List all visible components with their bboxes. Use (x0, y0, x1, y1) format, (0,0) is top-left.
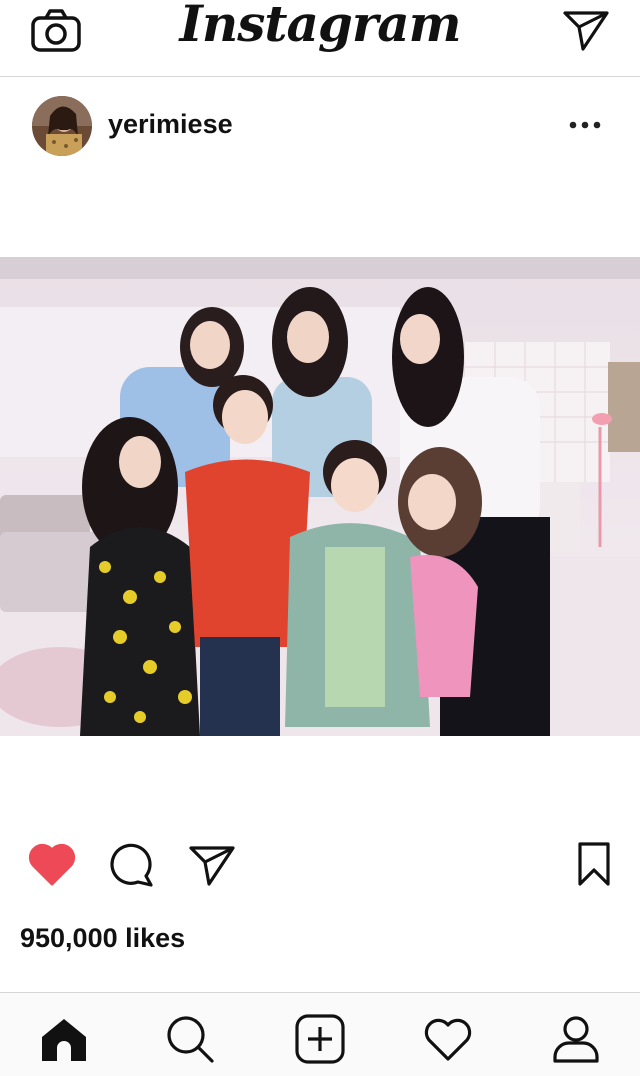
home-icon[interactable] (38, 1013, 90, 1065)
paper-plane-icon[interactable] (188, 838, 236, 890)
post-photo[interactable] (0, 257, 640, 736)
top-navigation-bar: Instagram (0, 0, 640, 77)
likes-count[interactable]: 950,000 likes (20, 923, 185, 954)
more-horizontal-icon[interactable] (566, 113, 604, 137)
add-post-icon[interactable] (294, 1013, 346, 1065)
avatar[interactable] (32, 96, 92, 156)
post-username[interactable]: yerimiese (108, 109, 233, 140)
activity-heart-icon[interactable] (422, 1013, 474, 1065)
search-icon[interactable] (164, 1013, 216, 1065)
heart-filled-icon[interactable] (26, 838, 78, 890)
post-header: yerimiese (0, 77, 640, 177)
profile-icon[interactable] (550, 1013, 602, 1065)
bookmark-icon[interactable] (574, 838, 614, 890)
comment-icon[interactable] (108, 838, 156, 890)
instagram-logo: Instagram (179, 0, 462, 53)
bottom-tab-bar (0, 992, 640, 1076)
post-actions (0, 838, 640, 894)
paper-plane-icon[interactable] (562, 8, 610, 52)
